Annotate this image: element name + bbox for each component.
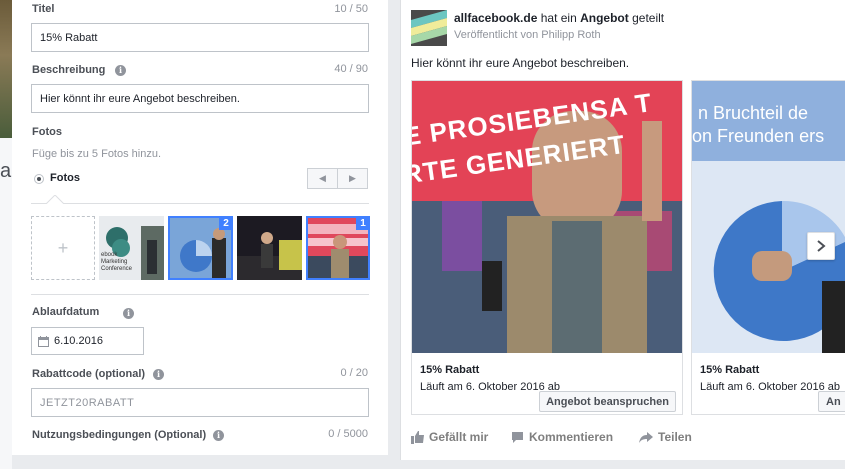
- post-header-text: hat ein: [540, 11, 577, 25]
- like-label: Gefällt mir: [429, 430, 489, 444]
- discount-code-placeholder: JETZT20RABATT: [40, 396, 135, 409]
- card-title: 15% Rabatt: [420, 364, 480, 376]
- share-action[interactable]: Teilen: [639, 430, 692, 444]
- thumbs-up-icon: [411, 430, 424, 444]
- add-photo-button[interactable]: +: [31, 216, 95, 280]
- thumb-caption: ebook Marketing Conference: [101, 252, 133, 272]
- background-page-strip: a: [0, 0, 12, 469]
- description-counter: 40 / 90: [334, 63, 368, 75]
- selection-badge: 2: [219, 216, 233, 230]
- share-icon: [639, 431, 653, 443]
- offer-preview-panel: allfacebook.de hat ein Angebot geteilt V…: [400, 0, 845, 460]
- photos-bottom-divider: [31, 294, 369, 295]
- comment-icon: [512, 431, 523, 443]
- photo-banner-text: on Freunden ers: [692, 126, 825, 146]
- title-counter: 10 / 50: [334, 3, 368, 15]
- page-name-link[interactable]: allfacebook.de: [454, 11, 537, 25]
- photos-radio-label: Fotos: [50, 172, 80, 184]
- share-label: Teilen: [658, 430, 692, 444]
- post-header-text-end: geteilt: [632, 11, 665, 25]
- photos-hint: Füge bis zu 5 Fotos hinzu.: [32, 148, 162, 160]
- post-header: allfacebook.de hat ein Angebot geteilt: [454, 11, 664, 25]
- tab-pointer: [46, 195, 64, 204]
- selection-badge: 1: [356, 216, 370, 230]
- photos-divider: [31, 203, 369, 204]
- photos-radio[interactable]: [34, 174, 44, 184]
- title-label: Titel: [32, 3, 55, 15]
- card-title: 15% Rabatt: [700, 364, 760, 376]
- comment-action[interactable]: Kommentieren: [511, 430, 613, 444]
- offer-form-panel: Titel 10 / 50 15% Rabatt Beschreibung i …: [12, 0, 388, 455]
- photo-prev-button[interactable]: ◀: [308, 169, 337, 188]
- description-input-value: Hier könnt ihr eure Angebot beschreiben.: [40, 92, 240, 105]
- photo-thumbnail-selected[interactable]: 2: [168, 216, 233, 280]
- offer-card[interactable]: E PROSIEBENSA T RTE GENERIERT 15% Rabatt…: [411, 80, 683, 415]
- description-label: Beschreibung: [32, 64, 106, 76]
- like-action[interactable]: Gefällt mir: [411, 430, 488, 444]
- photo-banner-text: n Bruchteil de: [698, 103, 809, 123]
- background-text: a: [0, 160, 12, 182]
- expiry-label: Ablaufdatum: [32, 306, 100, 318]
- photos-label: Fotos: [32, 126, 62, 138]
- expiry-info-icon[interactable]: i: [123, 308, 134, 319]
- discount-code-input[interactable]: JETZT20RABATT: [31, 388, 369, 417]
- claim-offer-button[interactable]: An: [818, 391, 845, 412]
- claim-offer-button[interactable]: Angebot beanspruchen: [539, 391, 676, 412]
- published-by: Veröffentlicht von Philipp Roth: [454, 29, 601, 41]
- terms-info-icon[interactable]: i: [213, 430, 224, 441]
- title-input-value: 15% Rabatt: [40, 31, 98, 44]
- offer-link[interactable]: Angebot: [580, 11, 629, 25]
- discount-code-label: Rabattcode (optional): [32, 368, 146, 380]
- discount-code-counter: 0 / 20: [340, 367, 368, 379]
- photo-next-button[interactable]: ▶: [337, 169, 367, 188]
- description-input[interactable]: Hier könnt ihr eure Angebot beschreiben.: [31, 84, 369, 113]
- calendar-icon: [38, 335, 49, 347]
- chevron-right-icon: [817, 240, 826, 252]
- plus-icon: +: [57, 237, 69, 258]
- expiry-date-input[interactable]: 6.10.2016: [31, 327, 144, 355]
- carousel-next-button[interactable]: [807, 232, 835, 260]
- photo-thumbnail[interactable]: ebook Marketing Conference: [99, 216, 164, 280]
- terms-counter: 0 / 5000: [328, 428, 368, 440]
- terms-label: Nutzungsbedingungen (Optional): [32, 429, 207, 441]
- description-info-icon[interactable]: i: [115, 65, 126, 76]
- post-body: Hier könnt ihr eure Angebot beschreiben.: [411, 56, 630, 70]
- background-photo: [0, 0, 12, 138]
- photo-nav-buttons: ◀ ▶: [307, 168, 368, 189]
- photo-thumbnail[interactable]: [237, 216, 302, 280]
- title-input[interactable]: 15% Rabatt: [31, 23, 369, 52]
- discount-code-info-icon[interactable]: i: [153, 369, 164, 380]
- stage-thumb-image: [237, 216, 302, 280]
- photo-thumbnail-selected[interactable]: 1: [306, 216, 370, 280]
- expiry-date-value: 6.10.2016: [54, 335, 103, 347]
- page-avatar[interactable]: [411, 10, 447, 46]
- comment-label: Kommentieren: [529, 430, 614, 444]
